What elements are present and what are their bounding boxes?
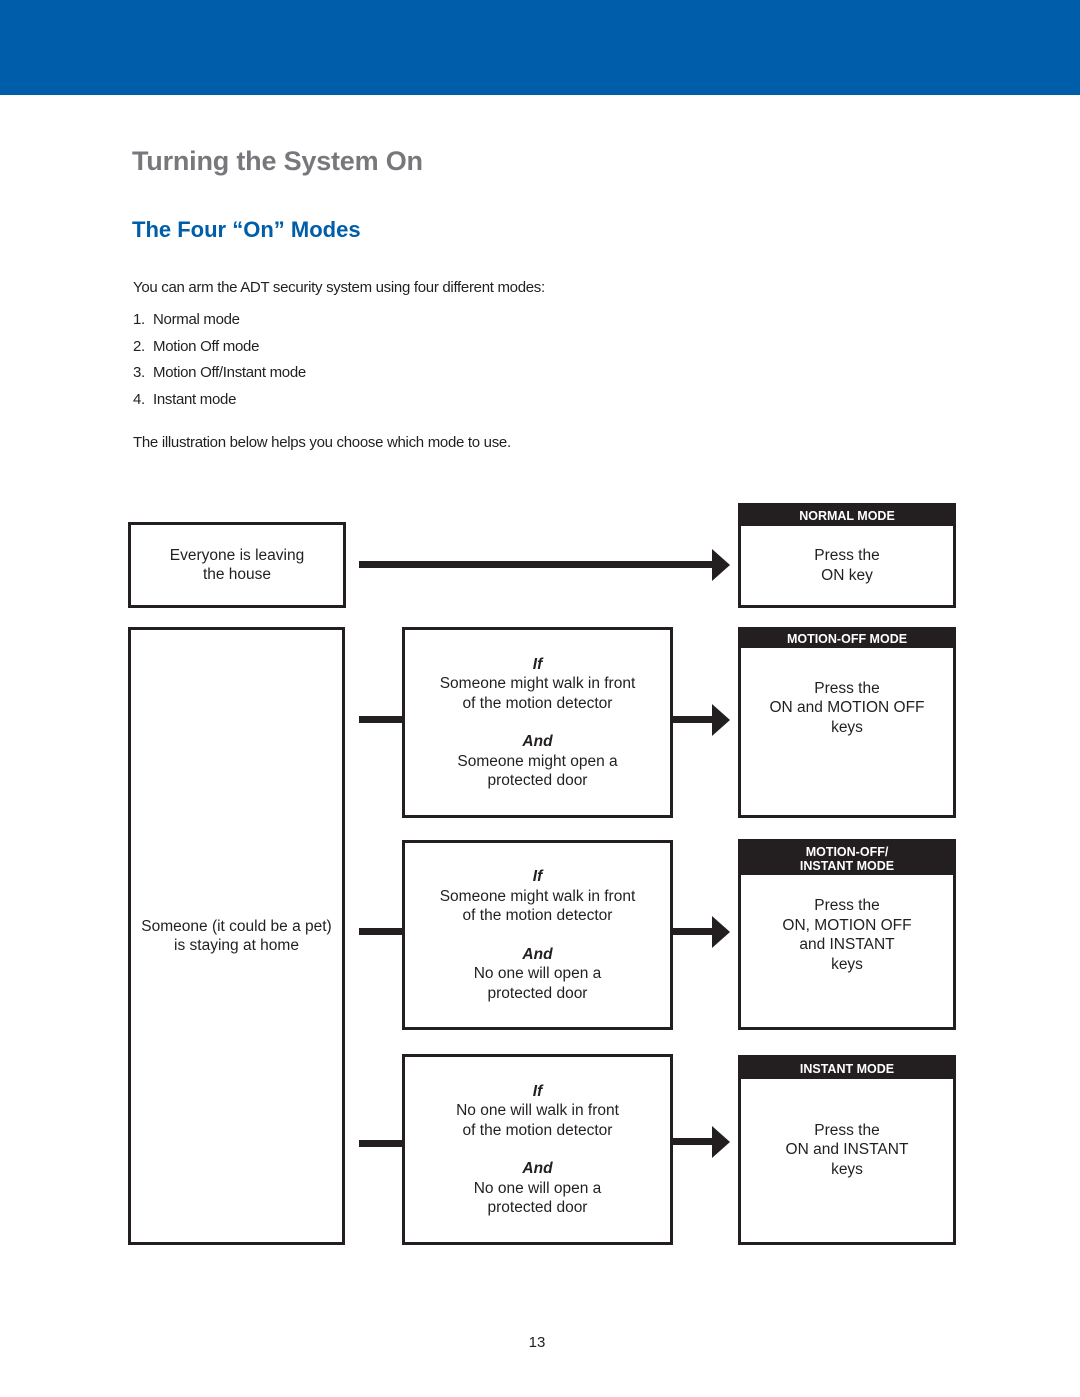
page-title: Turning the System On <box>132 146 423 176</box>
condition-text: protected door <box>487 772 588 789</box>
mode-card-instant: INSTANT MODE Press the ON and INSTANT ke… <box>738 1055 956 1245</box>
mode-text: ON, MOTION OFF <box>782 916 912 934</box>
arrow-right-icon <box>712 1126 730 1158</box>
list-item: 4. Instant mode <box>133 390 306 417</box>
modes-list: 1. Normal mode 2. Motion Off mode 3. Motion… <box>133 310 306 416</box>
arrow-line <box>672 928 714 935</box>
mode-header-text: MOTION-OFF/ <box>805 844 889 859</box>
situation-text: Someone (it could be a pet) <box>141 917 332 935</box>
list-number: 4. <box>133 390 145 408</box>
situation-box-everyone-leaving: Everyone is leaving the house <box>128 522 346 608</box>
and-label: And <box>522 733 553 750</box>
condition-box-2: If Someone might walk in front of the mo… <box>402 840 673 1030</box>
mode-text: Press the <box>814 1121 880 1139</box>
arrow-line <box>672 716 714 723</box>
condition-box-3: If No one will walk in front of the moti… <box>402 1054 673 1245</box>
list-number: 1. <box>133 311 145 328</box>
condition-text: No one will walk in front <box>456 1102 619 1119</box>
list-label: Instant mode <box>153 390 237 408</box>
mode-text: keys <box>831 955 863 973</box>
mode-text: Press the <box>814 547 880 564</box>
situation-text: the house <box>202 566 272 583</box>
if-label: If <box>532 1082 543 1100</box>
arrow-right-icon <box>712 549 730 581</box>
condition-text: No one will open a <box>473 1179 602 1197</box>
mode-header-text: INSTANT MODE <box>799 858 895 873</box>
mode-header-text: MOTION-OFF MODE <box>786 632 908 646</box>
connector-line <box>359 1140 405 1147</box>
condition-text: of the motion detector <box>462 907 613 924</box>
condition-text: of the motion detector <box>462 694 613 712</box>
and-label: And <box>522 1160 553 1177</box>
condition-text: No one will open a <box>473 965 602 982</box>
page-number: 13 <box>528 1334 546 1351</box>
arrow-line <box>359 561 714 568</box>
mode-text: ON and INSTANT <box>785 1141 909 1159</box>
mode-text: keys <box>831 718 863 736</box>
situation-box-someone-home: Someone (it could be a pet) is staying a… <box>128 627 345 1245</box>
mode-instructions: Press the ON and MOTION OFF keys <box>741 648 953 768</box>
section-title: The Four “On” Modes <box>132 217 361 242</box>
mode-text: and INSTANT <box>799 936 895 953</box>
list-label: Normal mode <box>153 311 240 328</box>
mode-text: ON and MOTION OFF <box>769 699 925 717</box>
mode-instructions: Press the ON key <box>741 526 953 605</box>
connector-line <box>359 716 405 723</box>
outro-text: The illustration below helps you choose … <box>133 434 511 451</box>
condition-text: of the motion detector <box>462 1121 613 1139</box>
mode-text: ON key <box>821 566 873 584</box>
arrow-right-icon <box>712 704 730 736</box>
arrow-right-icon <box>712 916 730 948</box>
situation-text: is staying at home <box>174 937 299 954</box>
list-number: 2. <box>133 337 145 355</box>
list-label: Motion Off mode <box>153 337 260 355</box>
condition-text: protected door <box>487 984 588 1002</box>
mode-header-text: INSTANT MODE <box>799 1061 895 1076</box>
list-item: 2. Motion Off mode <box>133 337 306 364</box>
list-number: 3. <box>133 364 145 381</box>
list-label: Motion Off/Instant mode <box>153 364 306 381</box>
mode-header: NORMAL MODE <box>741 506 953 526</box>
and-label: And <box>522 945 553 963</box>
mode-card-normal: NORMAL MODE Press the ON key <box>738 503 956 608</box>
mode-header-text: NORMAL MODE <box>799 509 895 523</box>
if-label: If <box>532 655 543 673</box>
condition-text: protected door <box>487 1199 588 1216</box>
mode-instructions: Press the ON and INSTANT keys <box>741 1079 953 1221</box>
if-label: If <box>532 868 543 885</box>
mode-header: MOTION-OFF MODE <box>741 630 953 648</box>
mode-text: keys <box>831 1160 863 1178</box>
condition-text: Someone might walk in front <box>439 675 636 692</box>
condition-text: Someone might walk in front <box>439 887 636 905</box>
mode-header: INSTANT MODE <box>741 1058 953 1079</box>
condition-text: Someone might open a <box>457 752 618 770</box>
mode-header: MOTION-OFF/ INSTANT MODE <box>741 842 953 875</box>
mode-card-motion-off-instant: MOTION-OFF/ INSTANT MODE Press the ON, M… <box>738 839 956 1030</box>
situation-text: Everyone is leaving <box>169 546 305 564</box>
mode-card-motion-off: MOTION-OFF MODE Press the ON and MOTION … <box>738 627 956 818</box>
intro-text: You can arm the ADT security system usin… <box>133 279 545 296</box>
list-item: 3. Motion Off/Instant mode <box>133 363 306 390</box>
condition-box-1: If Someone might walk in front of the mo… <box>402 627 673 818</box>
header-band <box>0 0 1080 95</box>
mode-instructions: Press the ON, MOTION OFF and INSTANT key… <box>741 875 953 995</box>
connector-line <box>359 928 405 935</box>
mode-text: Press the <box>814 679 880 697</box>
mode-text: Press the <box>814 897 880 914</box>
list-item: 1. Normal mode <box>133 310 306 337</box>
arrow-line <box>672 1138 714 1145</box>
